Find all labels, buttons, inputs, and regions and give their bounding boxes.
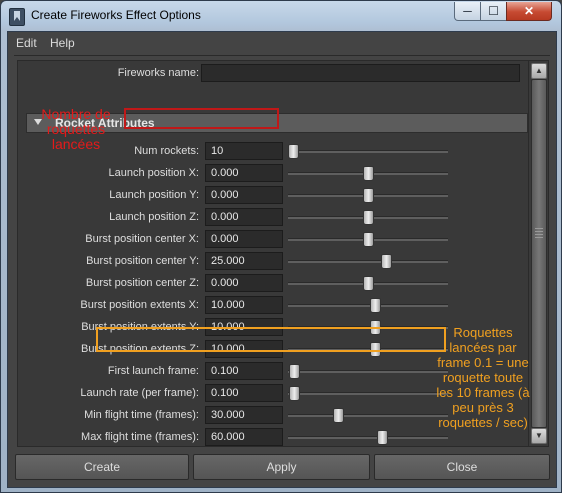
menu-separator — [14, 55, 550, 56]
menu-edit[interactable]: Edit — [16, 36, 37, 50]
attribute-label: Burst position center Y: — [86, 255, 199, 267]
slider-track[interactable] — [288, 260, 448, 263]
slider-thumb[interactable] — [362, 232, 374, 247]
fireworks-name-label: Fireworks name: — [117, 67, 199, 79]
window-title: Create Fireworks Effect Options — [31, 8, 201, 22]
slider-thumb[interactable] — [289, 364, 301, 379]
attribute-value-field[interactable]: 0.100 — [205, 384, 283, 402]
attribute-label: Launch rate (per frame): — [80, 387, 199, 399]
attribute-value-field[interactable]: 0.100 — [205, 362, 283, 380]
close-button[interactable]: Close — [374, 454, 550, 480]
attribute-value-field[interactable]: 30.000 — [205, 406, 283, 424]
red-annotation-note: Nombre de roquettes lancées — [41, 106, 111, 152]
slider-track[interactable] — [288, 436, 448, 439]
fireworks-name-field[interactable] — [201, 64, 520, 82]
attribute-value-field[interactable]: 60.000 — [205, 428, 283, 446]
slider-track[interactable] — [288, 392, 448, 395]
attribute-value-field[interactable]: 0.000 — [205, 274, 283, 292]
close-window-button[interactable]: ✕ — [506, 2, 552, 21]
slider-track[interactable] — [288, 150, 448, 153]
slider-thumb[interactable] — [362, 166, 374, 181]
slider-thumb[interactable] — [332, 408, 344, 423]
attribute-label: Launch position X: — [108, 167, 199, 179]
slider-thumb[interactable] — [381, 254, 393, 269]
attribute-label: Min flight time (frames): — [84, 409, 199, 421]
slider-track[interactable] — [288, 370, 448, 373]
attribute-label: Burst position center Z: — [85, 277, 199, 289]
attribute-label: Launch position Z: — [109, 211, 199, 223]
attribute-label: Max flight time (frames): — [81, 431, 199, 443]
thumb-grip — [535, 234, 543, 235]
num-rockets-highlight — [124, 108, 279, 129]
attribute-label: First launch frame: — [107, 365, 199, 377]
attribute-value-field[interactable]: 10 — [205, 142, 283, 160]
slider-thumb[interactable] — [289, 386, 301, 401]
button-bar: Create Apply Close — [8, 451, 556, 487]
attribute-value-field[interactable]: 0.000 — [205, 230, 283, 248]
minimize-button[interactable]: ─ — [454, 2, 481, 21]
slider-thumb[interactable] — [362, 276, 374, 291]
attribute-value-field[interactable]: 0.000 — [205, 164, 283, 182]
attribute-value-field[interactable]: 0.000 — [205, 208, 283, 226]
slider-thumb[interactable] — [288, 144, 299, 159]
scroll-up-icon[interactable]: ▲ — [531, 63, 547, 79]
thumb-grip — [535, 228, 543, 229]
slider-track[interactable] — [288, 414, 448, 417]
slider-track[interactable] — [288, 304, 448, 307]
attribute-value-field[interactable]: 25.000 — [205, 252, 283, 270]
orange-annotation-note: Roquettes lancées par frame 0.1 = une ro… — [436, 325, 530, 430]
scroll-down-icon[interactable]: ▼ — [531, 428, 547, 444]
thumb-grip — [535, 231, 543, 232]
maya-app-icon — [9, 8, 25, 26]
first-launch-highlight — [96, 327, 446, 352]
slider-thumb[interactable] — [362, 188, 374, 203]
apply-button[interactable]: Apply — [193, 454, 370, 480]
slider-thumb[interactable] — [362, 210, 374, 225]
create-button[interactable]: Create — [15, 454, 189, 480]
attribute-label: Burst position extents X: — [80, 299, 199, 311]
menubar: Edit Help — [8, 32, 556, 54]
attribute-label: Burst position center X: — [85, 233, 199, 245]
slider-thumb[interactable] — [377, 430, 389, 445]
title-bar[interactable]: Create Fireworks Effect Options ─ ☐ ✕ — [1, 1, 561, 31]
menu-help[interactable]: Help — [50, 36, 75, 50]
attribute-value-field[interactable]: 0.000 — [205, 186, 283, 204]
attribute-label: Launch position Y: — [109, 189, 199, 201]
attribute-value-field[interactable]: 10.000 — [205, 296, 283, 314]
thumb-grip — [535, 237, 543, 238]
slider-thumb[interactable] — [369, 298, 381, 313]
maximize-button[interactable]: ☐ — [480, 2, 507, 21]
scroll-thumb[interactable] — [531, 79, 547, 428]
